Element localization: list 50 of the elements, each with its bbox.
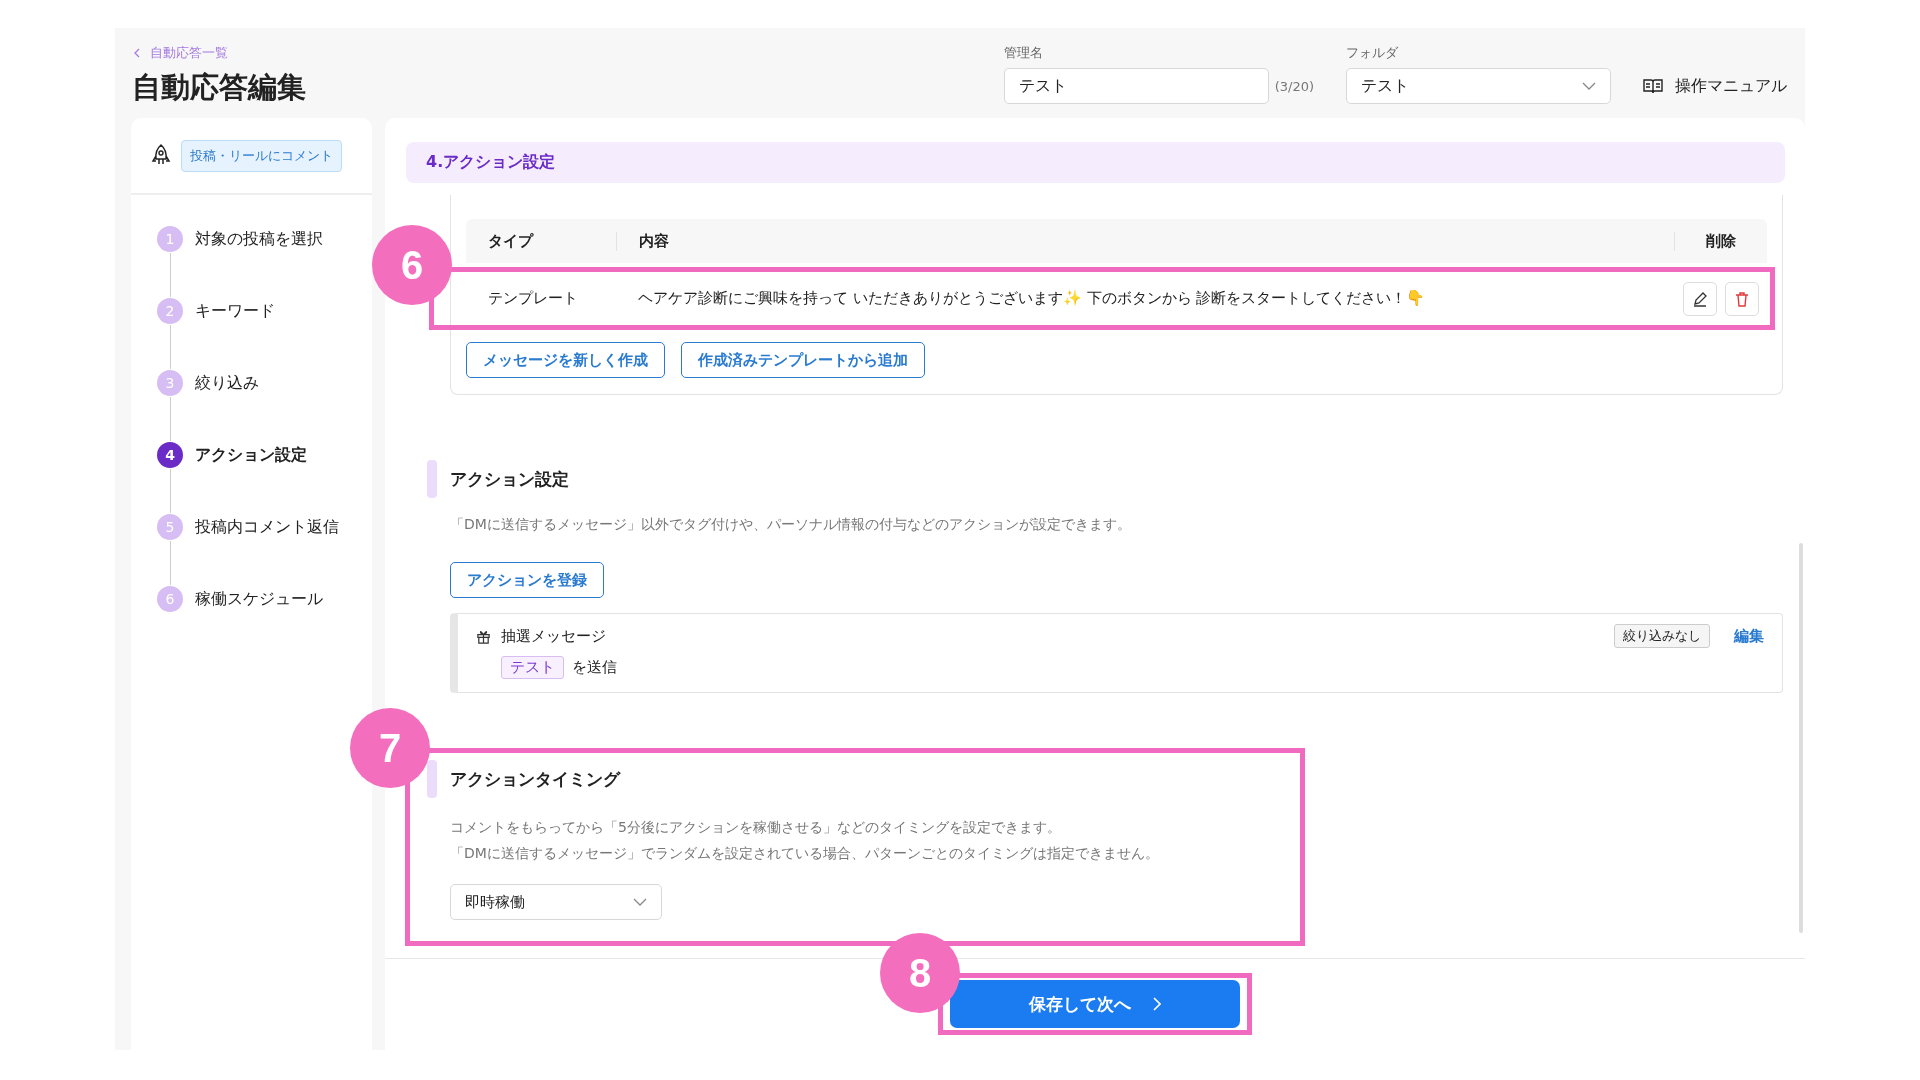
outline-button[interactable]: 作成済みテンプレートから追加 [681,342,925,378]
field-label: フォルダ [1346,44,1399,62]
field-label: 管理名 [1003,44,1044,62]
save-next-button[interactable]: 保存して次へ [950,980,1240,1028]
action-text: を送信 [572,658,617,677]
step-item[interactable]: 4 アクション設定 [157,441,372,469]
step-item[interactable]: 6 稼働スケジュール [157,585,372,613]
column-header: 削除 [1674,231,1767,251]
timing-select[interactable]: 即時稼働 [450,884,662,920]
column-header: タイプ [487,231,535,251]
scrollbar[interactable] [1799,543,1803,933]
manual-link[interactable]: 操作マニュアル [1643,68,1787,104]
chevron-down-icon [1582,82,1596,90]
edit-link[interactable]: 編集 [1734,626,1764,646]
table-cell-text: ヘアケア診断にご興味を持って いただきありがとうございます✨ 下のボタンから 診断をスタートしてください！👇 [637,289,1427,308]
step-item[interactable]: 3 絞り込み [157,369,372,397]
accent-bar [427,460,437,498]
accent-bar [427,760,437,798]
section-header: 4.アクション設定 [406,142,1785,183]
section-description: 「DMに送信するメッセージ」でランダムを設定されている場合、パターンごとのタイミングは指定できません。 [450,844,1160,863]
section-heading: アクション設定 [450,467,569,491]
message-tag: テスト [501,656,564,679]
step-item[interactable]: 1 対象の投稿を選択 [157,225,372,253]
callout-number: 6 [372,225,452,305]
action-name: 抽選メッセージ [501,626,607,646]
callout-number: 8 [880,933,960,1013]
name-input-field[interactable]: テスト [1003,68,1269,104]
edit-button[interactable] [1683,281,1717,316]
trash-icon [1734,290,1750,307]
register-action-button[interactable]: アクションを登録 [450,562,604,598]
chevron-left-icon [132,48,142,58]
chevron-down-icon [633,898,647,906]
pencil-icon [1692,290,1708,307]
outline-button[interactable]: メッセージを新しく作成 [466,342,665,378]
column-header: 内容 [616,231,1674,251]
step-item[interactable]: 2 キーワード [157,297,372,325]
trigger-tag: 投稿・リールにコメント [181,139,342,172]
filter-tag: 絞り込みなし [1614,624,1710,648]
folder-select[interactable]: テスト [1346,68,1611,104]
delete-button[interactable] [1725,281,1759,316]
gift-icon [476,628,491,644]
chevron-right-icon [1153,997,1161,1011]
section-description: 「DMに送信するメッセージ」以外でタグ付けや、パーソナル情報の付与などのアクションが設定できます。 [450,516,1132,534]
table-cell-text: テンプレート [487,289,579,308]
section-heading: アクションタイミング [450,767,620,791]
book-icon [1643,78,1663,94]
section-description: コメントをもらってから「5分後にアクションを稼働させる」などのタイミングを設定できます。 [450,818,1062,837]
character-counter: (3/20) [1274,78,1314,94]
page-title: 自動応答編集 [132,69,306,106]
step-item[interactable]: 5 投稿内コメント返信 [157,513,372,541]
